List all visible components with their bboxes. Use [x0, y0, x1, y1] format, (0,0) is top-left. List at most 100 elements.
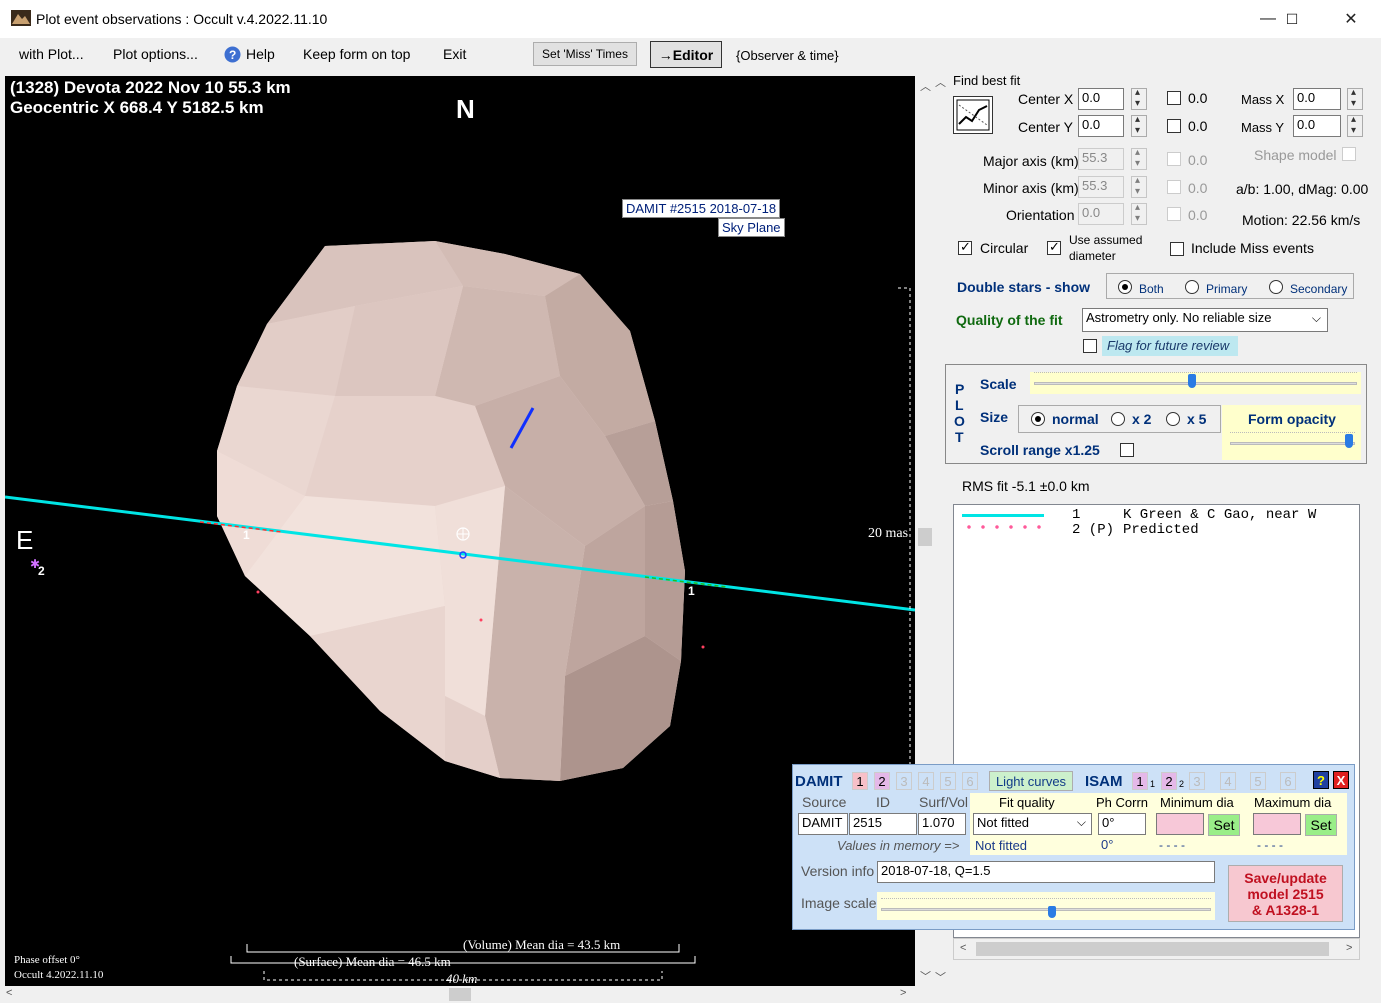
menu-keep-on-top[interactable]: Keep form on top	[303, 46, 410, 62]
menu-with-plot[interactable]: with Plot...	[19, 46, 84, 62]
scale-slider-thumb[interactable]	[1188, 374, 1197, 388]
shape-model-checkbox[interactable]	[1342, 147, 1356, 161]
source-input[interactable]: DAMIT	[798, 813, 848, 835]
menu-help[interactable]: Help	[246, 46, 275, 62]
orientation-spinner[interactable]	[1131, 202, 1147, 225]
set-min-dia-button[interactable]: Set	[1208, 814, 1240, 836]
center-x-spinner[interactable]	[1131, 87, 1147, 110]
list-horizontal-scrollbar[interactable]: < >	[953, 938, 1360, 960]
size-normal-radio[interactable]	[1031, 412, 1045, 426]
editor-button[interactable]: →Editor	[650, 41, 722, 68]
surface-dia-label: (Surface) Mean dia = 46.5 km	[294, 954, 451, 969]
orientation-checkbox[interactable]	[1167, 207, 1181, 221]
mass-y-spinner[interactable]	[1347, 114, 1363, 137]
scroll-range-checkbox[interactable]	[1120, 443, 1134, 457]
isam-model-1[interactable]: 1	[1132, 772, 1148, 790]
center-x-input[interactable]: 0.0	[1078, 88, 1124, 110]
primary-radio[interactable]	[1185, 280, 1199, 294]
flag-review-checkbox[interactable]	[1083, 339, 1097, 353]
menu-plot-options[interactable]: Plot options...	[113, 46, 198, 62]
plot-area[interactable]: ✱ (1328) Devota 2022 Nov 10 55.3 km Geoc…	[5, 76, 915, 986]
minor-axis-input[interactable]: 55.3	[1078, 176, 1124, 198]
image-scale-slider-thumb[interactable]	[1048, 906, 1057, 918]
scale-slider[interactable]	[1030, 372, 1361, 394]
menu-exit[interactable]: Exit	[443, 46, 466, 62]
center-y-input[interactable]: 0.0	[1078, 115, 1124, 137]
isam-model-5[interactable]: 5	[1250, 772, 1266, 790]
isam-model-4[interactable]: 4	[1220, 772, 1236, 790]
shape-model-label: Shape model	[1254, 147, 1337, 163]
secondary-radio[interactable]	[1269, 280, 1283, 294]
max-dia-input[interactable]	[1253, 813, 1301, 835]
both-radio[interactable]	[1118, 280, 1132, 294]
minor-axis-label: Minor axis (km)	[983, 180, 1079, 196]
phase-offset-label: Phase offset 0°	[14, 954, 80, 966]
ph-corr-input[interactable]: 0°	[1098, 813, 1146, 835]
center-x-checkbox[interactable]	[1167, 91, 1181, 105]
minor-axis-error: 0.0	[1188, 180, 1208, 196]
damit-model-1[interactable]: 1	[852, 772, 868, 790]
opacity-slider-thumb[interactable]	[1344, 434, 1353, 448]
asteroid-shape	[217, 241, 685, 781]
version-info-input[interactable]: 2018-07-18, Q=1.5	[877, 861, 1215, 883]
size-normal-label: normal	[1052, 411, 1099, 427]
damit-model-4[interactable]: 4	[918, 772, 934, 790]
opacity-slider[interactable]	[1226, 432, 1359, 454]
mass-y-input[interactable]: 0.0	[1293, 115, 1341, 137]
size-x2-radio[interactable]	[1111, 412, 1125, 426]
best-fit-button[interactable]	[953, 96, 993, 134]
mass-x-label: Mass X	[1241, 92, 1285, 107]
min-dia-input[interactable]	[1156, 813, 1204, 835]
mass-x-spinner[interactable]	[1347, 87, 1363, 110]
major-axis-spinner[interactable]	[1131, 147, 1147, 170]
north-label: N	[456, 94, 475, 124]
form-opacity-label: Form opacity	[1248, 411, 1336, 427]
fit-quality-select[interactable]: Not fitted ⌵	[973, 813, 1092, 835]
id-input[interactable]: 2515	[849, 813, 917, 835]
set-max-dia-button[interactable]: Set	[1305, 814, 1337, 836]
major-axis-checkbox[interactable]	[1167, 152, 1181, 166]
major-axis-input[interactable]: 55.3	[1078, 148, 1124, 170]
isam-model-6[interactable]: 6	[1280, 772, 1296, 790]
legend-text-1: K Green & C Gao, near W	[1123, 507, 1317, 523]
save-update-model-button[interactable]: Save/update model 2515 & A1328-1	[1228, 865, 1343, 922]
help-icon[interactable]: ?	[224, 46, 241, 66]
circular-checkbox[interactable]	[958, 239, 972, 255]
center-y-spinner[interactable]	[1131, 114, 1147, 137]
damit-model-2[interactable]: 2	[874, 772, 890, 790]
size-x2-label: x 2	[1132, 411, 1152, 427]
min-dia-header: Minimum dia	[1160, 795, 1234, 810]
app-icon	[11, 10, 31, 26]
include-miss-checkbox[interactable]	[1170, 242, 1184, 256]
minor-axis-checkbox[interactable]	[1167, 180, 1181, 194]
double-stars-label: Double stars - show	[957, 279, 1091, 295]
minor-axis-spinner[interactable]	[1131, 175, 1147, 198]
quality-select[interactable]: Astrometry only. No reliable size ⌵	[1082, 308, 1328, 332]
isam-model-3[interactable]: 3	[1189, 772, 1205, 790]
legend-line-1	[962, 514, 1044, 517]
menu-observer-time[interactable]: {Observer & time}	[736, 48, 839, 63]
maximize-button[interactable]: ☐	[1269, 4, 1315, 34]
damit-model-3[interactable]: 3	[896, 772, 912, 790]
surfvol-input[interactable]: 1.070	[918, 813, 966, 835]
damit-model-6[interactable]: 6	[962, 772, 978, 790]
size-x5-radio[interactable]	[1166, 412, 1180, 426]
help-button[interactable]: ?	[1313, 771, 1329, 789]
image-scale-slider[interactable]	[877, 892, 1215, 920]
save-line-1: Save/update	[1244, 869, 1327, 886]
isam-model-2[interactable]: 2	[1161, 772, 1177, 790]
damit-model-5[interactable]: 5	[940, 772, 956, 790]
set-miss-times-button[interactable]: Set 'Miss' Times	[533, 42, 637, 66]
major-axis-label: Major axis (km)	[983, 153, 1079, 169]
save-line-2: model 2515	[1247, 885, 1324, 902]
window-title: Plot event observations : Occult v.4.202…	[36, 11, 328, 27]
orientation-input[interactable]: 0.0	[1078, 203, 1124, 225]
use-assumed-checkbox[interactable]	[1047, 239, 1061, 255]
plot-horizontal-scrollbar[interactable]: < >	[0, 986, 915, 1003]
light-curves-button[interactable]: Light curves	[989, 771, 1073, 791]
center-y-checkbox[interactable]	[1167, 119, 1181, 133]
damit-close-button[interactable]: X	[1333, 771, 1349, 789]
fit-quality-header: Fit quality	[999, 795, 1055, 810]
close-button[interactable]: ✕	[1328, 4, 1374, 34]
mass-x-input[interactable]: 0.0	[1293, 88, 1341, 110]
